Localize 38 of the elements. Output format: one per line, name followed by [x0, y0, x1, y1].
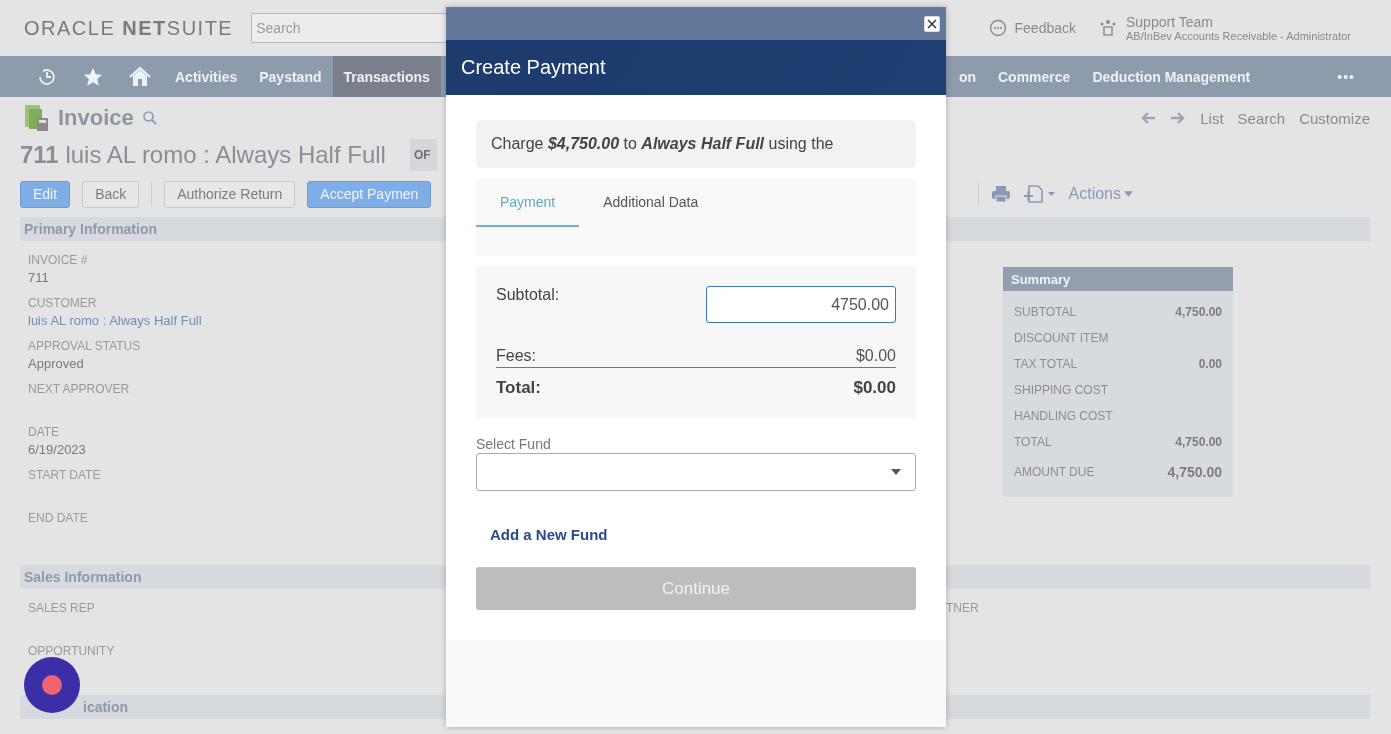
user-role: AB/InBev Accounts Receivable - Administrator: [1126, 30, 1351, 42]
total-label: Total:: [496, 378, 541, 398]
field-value: 6/19/2023: [28, 442, 86, 457]
dialog-title: Create Payment: [461, 56, 606, 79]
charge-summary: Charge $4,750.00 to Always Half Full using the: [491, 135, 834, 153]
field-label: DATE: [28, 425, 60, 439]
summary-label: HANDLING COST: [1014, 409, 1113, 423]
field-label: OPPORTUNITY: [28, 644, 115, 658]
field-label: END DATE: [28, 511, 88, 525]
fees-value: $0.00: [855, 347, 896, 365]
summary-value: 4,750.00: [1167, 463, 1222, 480]
field-label: INVOICE #: [28, 253, 88, 267]
summary-label: SHIPPING COST: [1014, 383, 1108, 397]
select-fund-label: Select Fund: [476, 436, 551, 452]
field-value: 711: [28, 270, 49, 285]
fees-label: Fees:: [496, 347, 536, 365]
summary-value: 4,750.00: [1175, 435, 1222, 449]
field-label: NEXT APPROVER: [28, 382, 130, 396]
summary-label: SUBTOTAL: [1014, 305, 1077, 319]
summary-value: 4,750.00: [1175, 305, 1222, 319]
field-label: CUSTOMER: [28, 296, 97, 310]
summary-panel: Summary SUBTOTAL 4,750.00 DISCOUNT ITEM TAX TOTAL 0.00 SHIPPING COST HANDLING COST TOTAL 4,750.00 AMOUNT DUE 4,750.00: [1003, 267, 1233, 497]
record-title: 711 luis AL romo : Always Half Full: [20, 141, 386, 169]
field-label: START DATE: [28, 468, 101, 482]
field-label: APPROVAL STATUS: [28, 339, 141, 353]
total-value: $0.00: [853, 378, 896, 398]
field-label: TNER: [946, 601, 979, 615]
summary-value: 0.00: [1198, 357, 1222, 371]
summary-label: DISCOUNT ITEM: [1014, 331, 1109, 345]
summary-label: AMOUNT DUE: [1014, 464, 1095, 479]
field-value: Approved: [28, 356, 84, 371]
netsuite-logo: ORACLE NETSUITE: [24, 16, 234, 40]
summary-label: TOTAL: [1014, 435, 1052, 449]
summary-label: TAX TOTAL: [1014, 357, 1078, 371]
record-type-title: Invoice: [58, 105, 134, 131]
status-chip: OF: [409, 139, 437, 171]
subtotal-label: Subtotal:: [496, 286, 560, 304]
field-label: SALES REP: [28, 601, 95, 615]
